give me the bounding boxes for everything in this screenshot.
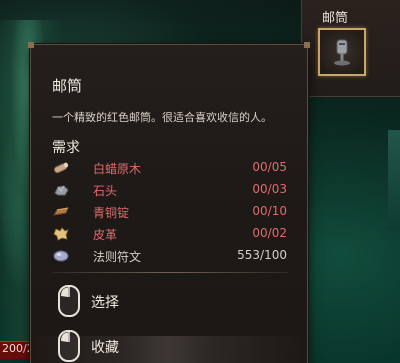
- select-action-label: 选择: [91, 295, 119, 311]
- favorite-action-label: 收藏: [91, 340, 119, 356]
- tooltip-corner-ornament: [304, 42, 310, 48]
- section-divider: [52, 272, 288, 273]
- game-scene: 200/2 邮筒 邮筒 一个精致的红色邮筒。很适合喜欢收信的人。 需求 白蜡原木…: [0, 0, 400, 363]
- favorite-action[interactable]: 收藏: [58, 330, 188, 362]
- tooltip-corner-ornament: [28, 42, 34, 48]
- requirement-row: 石头 00/03: [53, 181, 287, 201]
- requirement-name: 石头: [93, 184, 118, 198]
- background-character-edge: [388, 130, 400, 230]
- requirement-count: 00/10: [252, 204, 287, 218]
- log-icon: [53, 162, 69, 174]
- stone-icon: [54, 185, 69, 196]
- item-title: 邮筒: [52, 77, 83, 95]
- requirement-count: 00/03: [252, 182, 287, 196]
- item-tooltip: 邮筒 一个精致的红色邮筒。很适合喜欢收信的人。 需求 白蜡原木 00/05 石头…: [28, 42, 310, 363]
- requirement-row: 法则符文 553/100: [53, 247, 287, 267]
- health-text: 200/2: [2, 342, 34, 355]
- item-preview-title: 邮筒: [322, 11, 349, 26]
- requirement-row: 白蜡原木 00/05: [53, 159, 287, 179]
- requirement-name: 法则符文: [93, 250, 142, 264]
- requirement-name: 皮革: [93, 228, 118, 242]
- requirements-heading: 需求: [52, 140, 80, 156]
- bronze-ingot-icon: [53, 207, 69, 216]
- requirement-count: 00/02: [252, 226, 287, 240]
- left-mouse-button-icon: [58, 285, 80, 317]
- item-description: 一个精致的红色邮筒。很适合喜欢收信的人。: [52, 111, 272, 124]
- requirement-row: 青铜锭 00/10: [53, 203, 287, 223]
- requirement-name: 白蜡原木: [93, 162, 142, 176]
- select-action[interactable]: 选择: [58, 285, 188, 317]
- left-mouse-button-icon: [58, 330, 80, 362]
- mailbox-icon: [334, 39, 350, 66]
- requirement-name: 青铜锭: [93, 206, 130, 220]
- law-rune-icon: [53, 250, 69, 262]
- requirement-count: 553/100: [237, 248, 287, 262]
- item-preview-slot[interactable]: [318, 28, 366, 76]
- requirement-count: 00/05: [252, 160, 287, 174]
- requirement-row: 皮革 00/02: [53, 225, 287, 245]
- item-preview-panel: 邮筒: [301, 0, 400, 97]
- leather-icon: [53, 227, 69, 241]
